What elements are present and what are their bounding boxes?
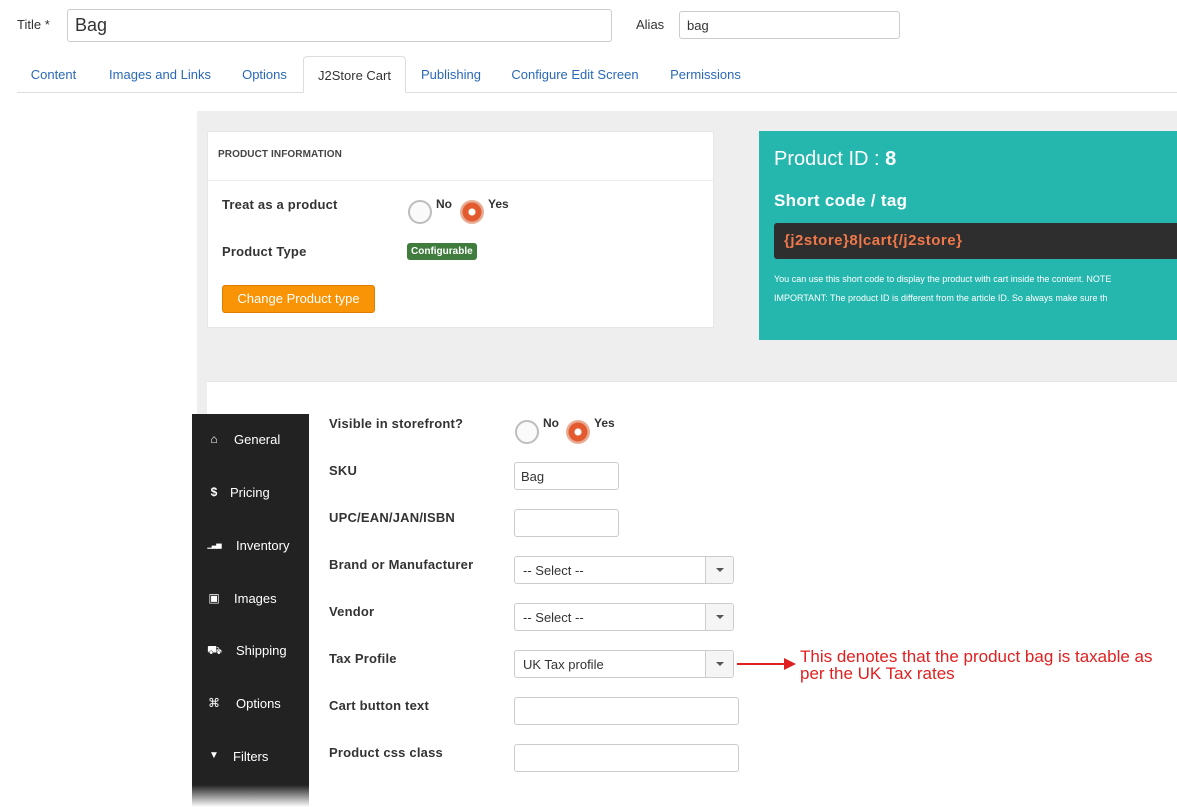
upc-label: UPC/EAN/JAN/ISBN (329, 510, 455, 525)
tax-profile-label: Tax Profile (329, 651, 397, 666)
home-icon: ⌂ (210, 432, 218, 446)
upc-input[interactable] (514, 509, 619, 537)
visible-yes-label: Yes (594, 416, 615, 430)
sidenav-label: Inventory (236, 538, 290, 553)
shortcode-note: You can use this short code to display t… (774, 274, 1112, 284)
brand-select-value: -- Select -- (523, 563, 584, 578)
brand-select[interactable]: -- Select -- (514, 556, 734, 584)
sidenav-item-options[interactable]: ⌘ Options (192, 696, 309, 716)
sidenav-label: Options (236, 696, 281, 711)
visible-storefront-label: Visible in storefront? (329, 416, 464, 431)
tax-profile-select[interactable]: UK Tax profile (514, 650, 734, 678)
visible-yes-radio[interactable] (566, 420, 590, 444)
shortcode-important-note: IMPORTANT: The product ID is different f… (774, 293, 1108, 303)
chevron-down-icon[interactable] (705, 557, 733, 583)
tab-configure-edit-screen[interactable]: Configure Edit Screen (504, 56, 646, 93)
alias-label: Alias (636, 17, 665, 32)
change-product-type-button[interactable]: Change Product type (222, 285, 375, 313)
visible-no-radio[interactable] (515, 420, 539, 444)
sitemap-icon: ⌘ (208, 696, 220, 710)
sidenav-item-pricing[interactable]: $ Pricing (192, 485, 309, 505)
product-css-class-input[interactable] (514, 744, 739, 772)
annotation-arrow-icon (784, 658, 796, 670)
product-type-label: Product Type (222, 244, 307, 259)
sidenav-fade (192, 785, 309, 807)
sidenav-item-general[interactable]: ⌂ General (192, 432, 309, 452)
product-type-badge: Configurable (407, 243, 477, 260)
filter-icon: ▼ (209, 750, 219, 761)
chevron-down-icon[interactable] (705, 604, 733, 630)
visible-no-label: No (543, 416, 559, 430)
alias-input[interactable] (679, 11, 900, 39)
tab-publishing[interactable]: Publishing (414, 56, 488, 93)
tab-images-and-links[interactable]: Images and Links (99, 56, 221, 93)
sidenav-item-images[interactable]: ▣ Images (192, 591, 309, 611)
signal-icon: ▁▃▅ (207, 542, 221, 549)
sku-input[interactable] (514, 462, 619, 490)
sidenav-item-shipping[interactable]: ⛟ Shipping (192, 643, 309, 663)
divider (208, 180, 713, 181)
annotation-line-2: per the UK Tax rates (800, 664, 955, 683)
cart-button-text-label: Cart button text (329, 698, 429, 713)
tax-profile-select-value: UK Tax profile (523, 657, 604, 672)
annotation-line-1: This denotes that the product bag is tax… (800, 647, 1153, 666)
treat-yes-label: Yes (488, 197, 509, 211)
tab-options[interactable]: Options (232, 56, 297, 93)
treat-no-label: No (436, 197, 452, 211)
sidenav-label: General (234, 432, 281, 447)
vendor-select[interactable]: -- Select -- (514, 603, 734, 631)
product-sidenav: ⌂ General $ Pricing ▁▃▅ Inventory ▣ Imag… (192, 414, 309, 807)
brand-label: Brand or Manufacturer (329, 557, 474, 572)
sidenav-label: Filters (233, 749, 269, 764)
product-id-value: 8 (885, 148, 897, 170)
dollar-icon: $ (210, 485, 218, 499)
sku-label: SKU (329, 463, 358, 478)
treat-as-product-yes-radio[interactable] (460, 200, 484, 224)
treat-as-product-label: Treat as a product (222, 197, 338, 212)
product-id-label: Product ID : (774, 148, 886, 170)
vendor-label: Vendor (329, 604, 375, 619)
title-label: Title * (17, 17, 50, 32)
shortcode-box[interactable]: {j2store}8|cart{/j2store} (774, 223, 1177, 259)
tab-j2store-cart[interactable]: J2Store Cart (303, 56, 406, 93)
shortcode-text[interactable]: {j2store}8|cart{/j2store} (784, 232, 962, 249)
product-css-class-label: Product css class (329, 745, 443, 760)
annotation-text: This denotes that the product bag is tax… (800, 648, 1177, 682)
vendor-select-value: -- Select -- (523, 610, 584, 625)
shortcode-panel: Product ID : 8 Short code / tag {j2store… (759, 131, 1177, 340)
product-id-heading: Product ID : 8 (774, 148, 896, 171)
product-information-heading: PRODUCT INFORMATION (218, 149, 342, 160)
truck-icon: ⛟ (207, 643, 223, 657)
sidenav-item-filters[interactable]: ▼ Filters (192, 749, 309, 769)
editor-tabs: Content Images and Links Options J2Store… (17, 56, 1177, 93)
tab-permissions[interactable]: Permissions (663, 56, 748, 93)
shortcode-label: Short code / tag (774, 191, 908, 210)
tab-content[interactable]: Content (17, 56, 90, 93)
sidenav-item-inventory[interactable]: ▁▃▅ Inventory (192, 538, 309, 558)
treat-as-product-no-radio[interactable] (408, 200, 432, 224)
sidenav-label: Images (234, 591, 277, 606)
image-icon: ▣ (208, 591, 220, 605)
sidenav-label: Pricing (230, 485, 270, 500)
chevron-down-icon[interactable] (705, 651, 733, 677)
sidenav-label: Shipping (236, 643, 287, 658)
title-input[interactable] (67, 9, 612, 42)
cart-button-text-input[interactable] (514, 697, 739, 725)
